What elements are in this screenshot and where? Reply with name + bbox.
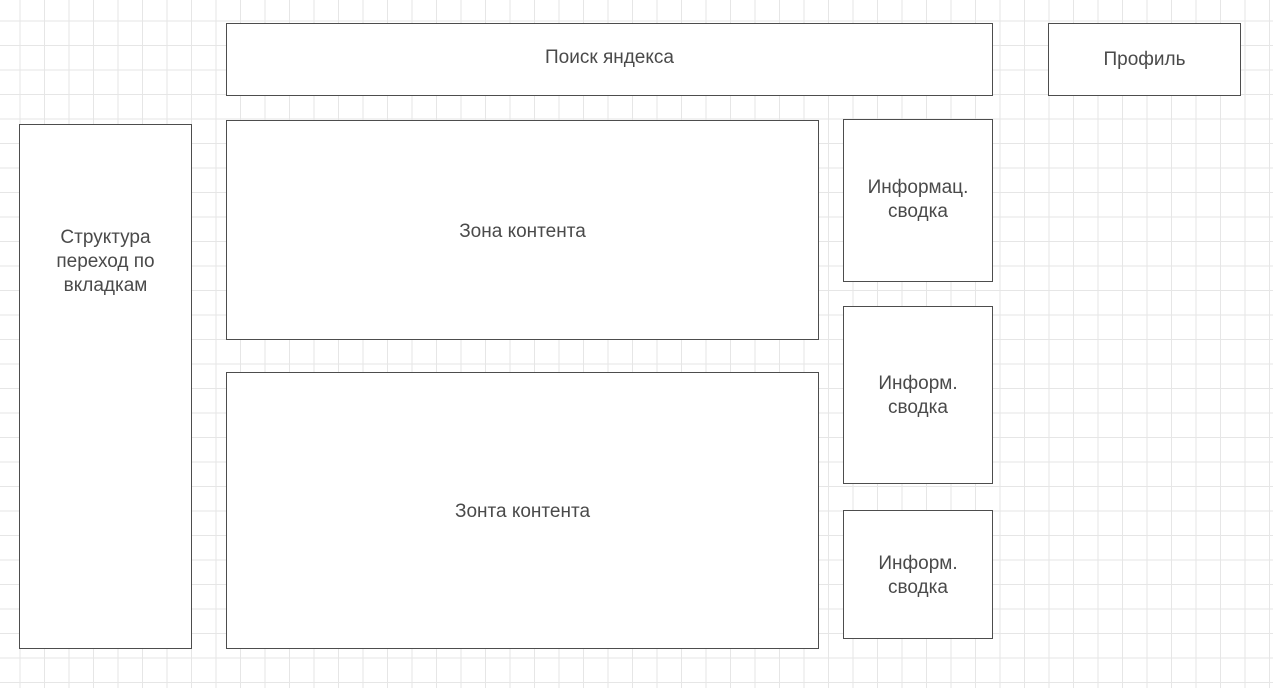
- structure-sidebar[interactable]: Структура переход по вкладкам: [19, 124, 192, 649]
- profile-box[interactable]: Профиль: [1048, 23, 1241, 96]
- content-zone-bottom-label: Зонта контента: [454, 500, 591, 522]
- content-zone-top: Зона контента: [226, 120, 819, 340]
- info-panel-label: Информ. сводка: [878, 552, 958, 598]
- content-zone-bottom: Зонта контента: [226, 372, 819, 649]
- search-box[interactable]: Поиск яндекса: [226, 23, 993, 96]
- info-panel-label: Информац. сводка: [867, 176, 969, 222]
- structure-label: Структура переход по вкладкам: [56, 226, 155, 296]
- profile-label: Профиль: [1103, 48, 1186, 70]
- search-label: Поиск яндекса: [545, 46, 674, 68]
- info-panel: Информ. сводка: [843, 510, 993, 639]
- info-panel-label: Информ. сводка: [878, 373, 958, 418]
- info-panel: Информац. сводка: [843, 119, 993, 282]
- info-panel: Информ. сводка: [843, 306, 993, 484]
- content-zone-top-label: Зона контента: [459, 221, 586, 242]
